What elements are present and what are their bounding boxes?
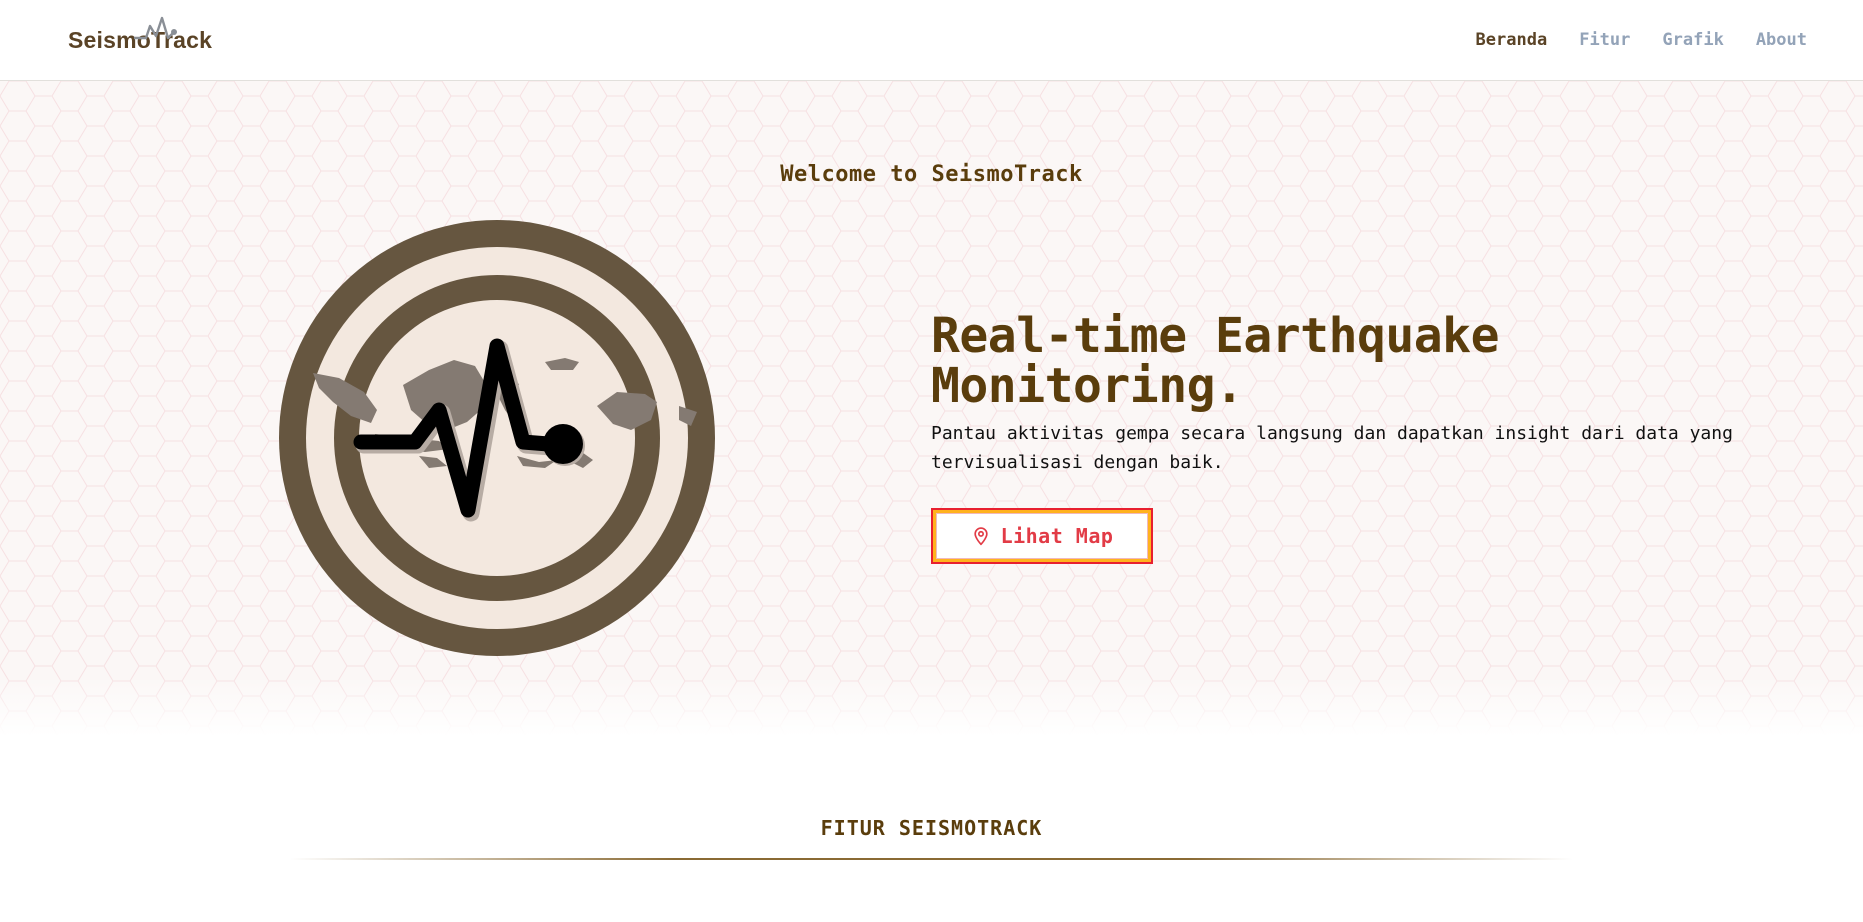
seismic-wave-icon — [134, 16, 177, 40]
features-heading: FITUR SEISMOTRACK — [820, 816, 1043, 840]
seismograph-illustration — [279, 220, 715, 656]
features-divider — [290, 858, 1573, 860]
nav-link-fitur[interactable]: Fitur — [1579, 30, 1630, 50]
view-map-button-inner[interactable]: Lihat Map — [936, 513, 1148, 559]
view-map-button[interactable]: Lihat Map — [931, 508, 1153, 564]
welcome-heading: Welcome to SeismoTrack — [780, 162, 1083, 187]
brand-logo[interactable]: SeismoTrack — [68, 16, 212, 60]
nav-link-beranda[interactable]: Beranda — [1476, 30, 1548, 50]
hero-section: Welcome to SeismoTrack Real-time Earthqu… — [0, 81, 1863, 736]
hero-title: Real-time Earthquake Monitoring. — [931, 308, 1499, 414]
navbar: SeismoTrack Beranda Fitur Grafik About — [0, 0, 1863, 81]
map-pin-icon — [973, 527, 988, 546]
nav-link-grafik[interactable]: Grafik — [1662, 30, 1723, 50]
main-nav: Beranda Fitur Grafik About — [1476, 30, 1807, 50]
nav-link-about[interactable]: About — [1756, 30, 1807, 50]
hero-bottom-fade — [0, 676, 1863, 736]
hero-description: Pantau aktivitas gempa secara langsung d… — [931, 423, 1733, 473]
view-map-label: Lihat Map — [1000, 524, 1114, 548]
